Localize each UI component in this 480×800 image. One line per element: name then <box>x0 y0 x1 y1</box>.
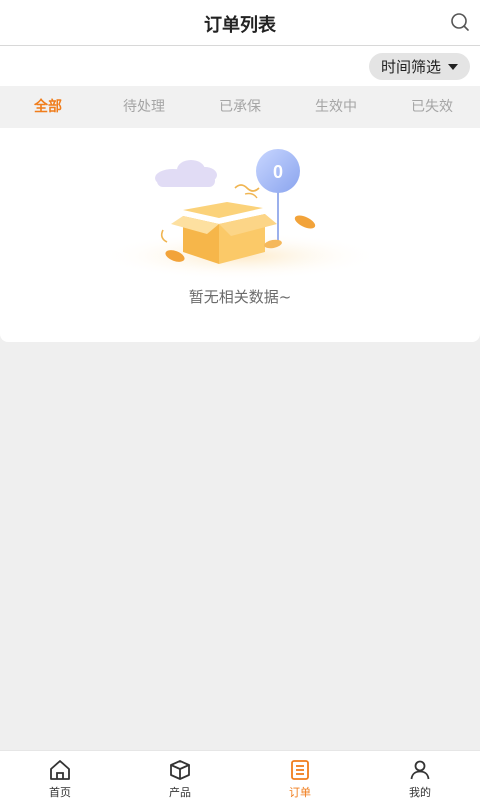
bottom-nav: 首页 产品 订单 我的 <box>0 750 480 800</box>
tab-underwritten[interactable]: 已承保 <box>192 86 288 128</box>
filter-bar: 时间筛选 <box>0 46 480 86</box>
empty-box-illustration: 0 <box>100 149 380 280</box>
nav-home[interactable]: 首页 <box>0 751 120 800</box>
page-title: 订单列表 <box>204 15 276 36</box>
tab-in-effect[interactable]: 生效中 <box>288 86 384 128</box>
home-icon <box>50 760 70 780</box>
status-tabs: 全部 待处理 已承保 生效中 已失效 <box>0 86 480 128</box>
box-icon <box>170 760 190 780</box>
caret-down-icon <box>448 63 458 70</box>
nav-profile[interactable]: 我的 <box>360 751 480 800</box>
nav-orders-label: 订单 <box>289 786 311 799</box>
nav-products[interactable]: 产品 <box>120 751 240 800</box>
nav-orders[interactable]: 订单 <box>240 751 360 800</box>
empty-state-card: 0 暂无相关数据~ <box>0 128 480 342</box>
time-filter-label: 时间筛选 <box>380 58 441 76</box>
time-filter-dropdown[interactable]: 时间筛选 <box>368 53 470 80</box>
profile-icon <box>410 760 430 780</box>
tab-expired[interactable]: 已失效 <box>384 86 480 128</box>
nav-home-label: 首页 <box>49 786 71 799</box>
search-icon[interactable] <box>448 10 472 34</box>
tab-pending[interactable]: 待处理 <box>96 86 192 128</box>
order-list-icon <box>291 760 309 780</box>
nav-profile-label: 我的 <box>409 786 431 799</box>
balloon-number: 0 <box>273 162 283 182</box>
empty-message: 暂无相关数据~ <box>188 288 292 306</box>
top-bar: 订单列表 <box>0 0 480 46</box>
nav-products-label: 产品 <box>169 786 191 799</box>
tab-all[interactable]: 全部 <box>0 86 96 128</box>
